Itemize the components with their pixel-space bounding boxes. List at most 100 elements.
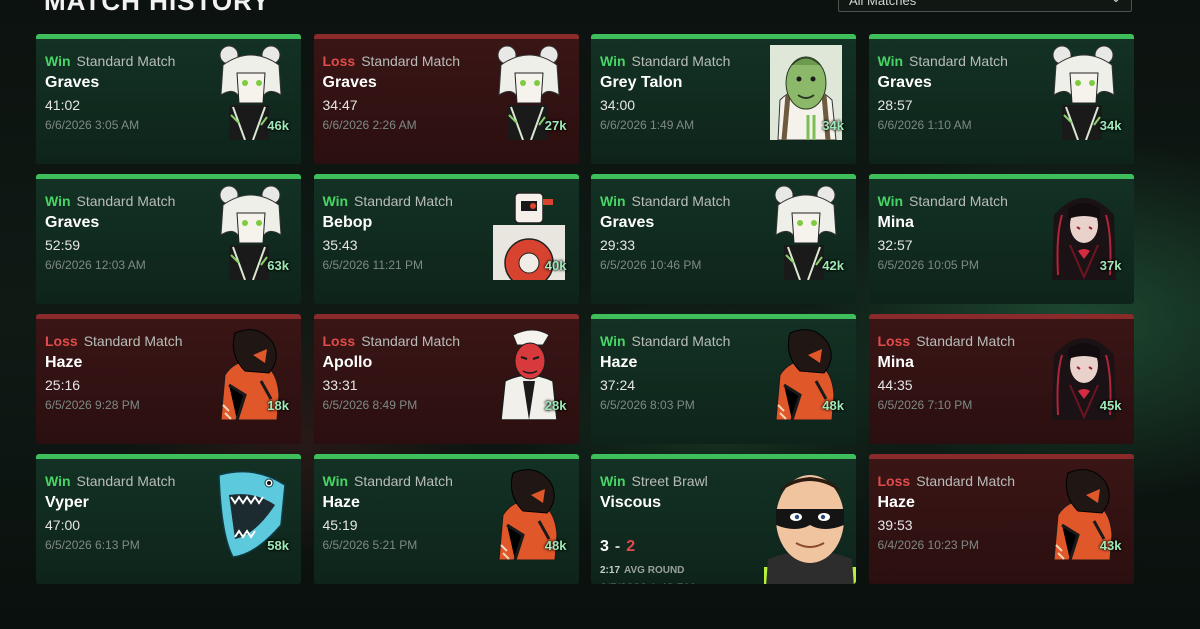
- souls-amount: 34k: [822, 118, 844, 133]
- match-card[interactable]: Loss Standard Match Haze 25:16 6/5/2026 9…: [36, 314, 301, 444]
- match-card[interactable]: Win Standard Match Graves 29:33 6/5/2026 …: [591, 174, 856, 304]
- match-grid: Win Standard Match Graves 41:02 6/6/2026 …: [36, 34, 1134, 584]
- brawl-score: 3-2: [600, 538, 635, 556]
- souls-amount: 48k: [544, 538, 567, 553]
- match-card[interactable]: Win Standard Match Graves 28:57 6/6/2026 …: [868, 34, 1134, 164]
- souls-amount: 37k: [1099, 258, 1122, 273]
- souls-amount: 63k: [267, 258, 289, 273]
- match-mode: Standard Match: [76, 53, 176, 69]
- hero-name: Vyper: [45, 494, 89, 511]
- hero-name: Haze: [45, 354, 83, 371]
- hero-name: Haze: [600, 354, 638, 371]
- souls-amount: 48k: [822, 398, 844, 413]
- page-title: MATCH HISTORY: [44, 0, 271, 16]
- match-datetime: 6/6/2026 2:26 AM: [322, 118, 417, 132]
- hero-name: Mina: [877, 214, 914, 231]
- match-result-line: Win Standard Match: [45, 473, 175, 489]
- match-result-line: Win Standard Match: [878, 53, 1008, 69]
- match-mode: Standard Match: [354, 193, 453, 209]
- match-card[interactable]: Win Standard Match Haze 37:24 6/5/2026 8:…: [591, 314, 856, 444]
- match-mode: Standard Match: [354, 473, 453, 489]
- match-card[interactable]: Loss Standard Match Apollo 33:31 6/5/2026…: [313, 314, 579, 444]
- souls-amount: 28k: [544, 398, 567, 413]
- avg-round: 2:17 AVG ROUND: [600, 565, 684, 576]
- score-separator: -: [614, 538, 621, 555]
- hero-portrait-image: [764, 467, 856, 584]
- match-result: Win: [877, 53, 904, 69]
- match-card[interactable]: Win Standard Match Mina 32:57 6/5/2026 10…: [868, 174, 1134, 304]
- match-datetime: 6/5/2026 11:21 PM: [322, 258, 424, 272]
- souls-amount: 27k: [544, 118, 567, 133]
- match-duration: 34:47: [322, 97, 358, 113]
- match-result-line: Loss Standard Match: [323, 333, 461, 349]
- match-result: Win: [45, 193, 71, 209]
- match-mode: Standard Match: [76, 193, 176, 209]
- match-card[interactable]: Loss Standard Match Haze 39:53 6/4/2026 1…: [868, 454, 1134, 584]
- match-card[interactable]: Loss Standard Match Mina 44:35 6/5/2026 7…: [868, 314, 1134, 444]
- match-result: Win: [600, 473, 626, 489]
- match-mode: Standard Match: [361, 333, 461, 349]
- match-duration: 25:16: [45, 377, 81, 393]
- match-result: Win: [600, 53, 626, 69]
- match-duration: 34:00: [600, 97, 636, 113]
- match-result-line: Win Standard Match: [323, 193, 453, 209]
- match-result-line: Loss Standard Match: [45, 333, 183, 349]
- match-datetime: 6/5/2026 10:46 PM: [600, 258, 702, 272]
- match-result-line: Win Standard Match: [45, 53, 175, 69]
- match-datetime: 6/6/2026 12:03 AM: [45, 258, 146, 272]
- match-result-line: Loss Standard Match: [878, 333, 1016, 349]
- match-result: Win: [877, 193, 904, 209]
- match-duration: 47:00: [45, 517, 81, 533]
- hero-name: Apollo: [322, 354, 373, 371]
- match-card[interactable]: Win Standard Match Graves 52:59 6/6/2026 …: [36, 174, 301, 304]
- match-result: Win: [45, 473, 71, 489]
- match-datetime: 6/5/2026 9:28 PM: [45, 398, 140, 412]
- souls-amount: 45k: [1099, 398, 1122, 413]
- match-card[interactable]: Win Standard Match Vyper 47:00 6/5/2026 6…: [36, 454, 301, 584]
- match-filter-value: All Matches: [849, 0, 917, 8]
- match-result-line: Win Standard Match: [323, 473, 453, 489]
- hero-name: Haze: [322, 494, 360, 511]
- match-result: Loss: [322, 333, 356, 349]
- match-card[interactable]: Win Street Brawl Viscous 3-2 2:17 AVG ROUN…: [591, 454, 856, 584]
- match-result: Loss: [877, 333, 911, 349]
- chevron-down-icon: ⌄: [1111, 0, 1121, 5]
- match-duration: 52:59: [45, 237, 81, 253]
- match-result-line: Win Standard Match: [600, 53, 730, 69]
- hero-name: Graves: [877, 74, 932, 91]
- match-mode: Standard Match: [916, 473, 1016, 489]
- match-result: Win: [322, 193, 349, 209]
- match-mode: Standard Match: [76, 473, 176, 489]
- match-card[interactable]: Win Standard Match Grey Talon 34:00 6/6/2…: [591, 34, 856, 164]
- souls-amount: 46k: [267, 118, 289, 133]
- match-mode: Standard Match: [361, 53, 461, 69]
- match-mode: Standard Match: [631, 53, 731, 69]
- match-result-line: Win Standard Match: [600, 333, 730, 349]
- hero-name: Mina: [877, 354, 914, 371]
- rounds-won: 3: [600, 538, 609, 555]
- match-result: Win: [322, 473, 349, 489]
- match-datetime: 6/5/2026 5:21 PM: [322, 538, 418, 552]
- souls-amount: 43k: [1099, 538, 1122, 553]
- match-filter-select[interactable]: All Matches ⌄: [838, 0, 1132, 12]
- match-datetime: 6/5/2026 6:13 PM: [45, 538, 140, 552]
- match-card[interactable]: Win Standard Match Haze 45:19 6/5/2026 5:…: [313, 454, 579, 584]
- match-mode: Standard Match: [916, 333, 1016, 349]
- match-datetime: 6/6/2026 3:05 AM: [45, 118, 140, 132]
- match-duration: 37:24: [600, 377, 636, 393]
- match-mode: Standard Match: [83, 333, 183, 349]
- match-card[interactable]: Win Standard Match Bebop 35:43 6/5/2026 1…: [313, 174, 579, 304]
- match-result: Loss: [45, 333, 78, 349]
- match-result-line: Win Standard Match: [600, 193, 730, 209]
- match-datetime: 6/5/2026 7:10 PM: [877, 398, 973, 412]
- match-result: Win: [45, 53, 71, 69]
- souls-amount: 34k: [1099, 118, 1122, 133]
- souls-amount: 42k: [822, 258, 844, 273]
- match-result: Loss: [877, 473, 911, 489]
- match-card[interactable]: Win Standard Match Graves 41:02 6/6/2026 …: [36, 34, 301, 164]
- match-datetime: 6/5/2026 10:05 PM: [877, 258, 979, 272]
- match-duration: 29:33: [600, 237, 636, 253]
- match-result: Win: [600, 193, 626, 209]
- hero-name: Graves: [45, 214, 100, 231]
- match-card[interactable]: Loss Standard Match Graves 34:47 6/6/2026…: [313, 34, 579, 164]
